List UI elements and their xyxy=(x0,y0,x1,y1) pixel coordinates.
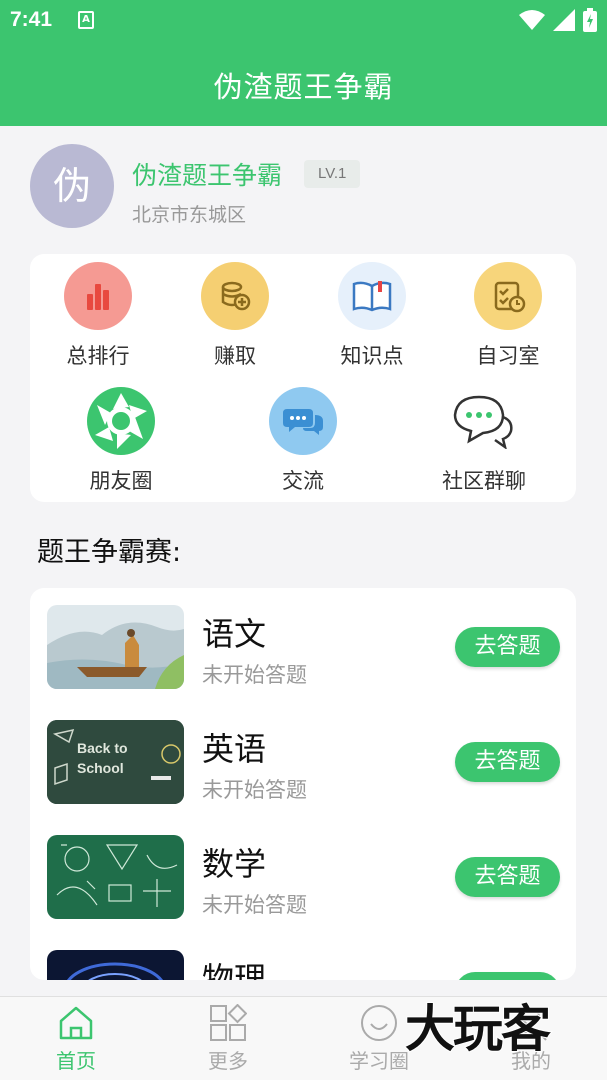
menu-item-label: 赚取 xyxy=(214,344,256,368)
subject-thumbnail xyxy=(47,605,184,689)
subject-name: 英语 xyxy=(202,730,267,768)
start-answer-button[interactable] xyxy=(455,972,560,980)
home-icon xyxy=(16,1003,136,1043)
tab-home[interactable]: 首页 xyxy=(16,1003,136,1074)
list-item[interactable]: Back to School 英语 未开始答题 去答题 xyxy=(30,720,576,810)
menu-item-label: 交流 xyxy=(282,469,324,493)
wechat-group-icon xyxy=(450,387,518,455)
feature-grid: 总排行 赚取 知识点 自习室 朋友圈 交流 社区群聊 xyxy=(30,254,576,502)
app-header: 伪渣题王争霸 xyxy=(0,42,607,126)
avatar[interactable]: 伪 xyxy=(30,144,114,228)
coins-icon xyxy=(201,262,269,330)
tab-label: 首页 xyxy=(56,1049,96,1073)
menu-item-label: 知识点 xyxy=(340,344,404,368)
subject-name: 数学 xyxy=(202,845,267,883)
profile-section[interactable]: 伪 伪渣题王争霸 LV.1 北京市东城区 xyxy=(0,126,607,250)
book-icon xyxy=(338,262,406,330)
menu-item-community-chat[interactable]: 社区群聊 xyxy=(429,387,539,495)
subject-status: 未开始答题 xyxy=(202,663,307,687)
signal-icon xyxy=(553,9,575,31)
menu-item-label: 自习室 xyxy=(476,344,540,368)
menu-item-moments[interactable]: 朋友圈 xyxy=(66,387,176,495)
profile-location: 北京市东城区 xyxy=(132,204,247,226)
profile-name: 伪渣题王争霸 xyxy=(132,161,283,190)
menu-item-label: 总排行 xyxy=(66,344,130,368)
menu-item-study-room[interactable]: 自习室 xyxy=(453,262,563,370)
subjects-list: 语文 未开始答题 去答题 Back to School 英语 未开始答题 去答题… xyxy=(30,588,576,980)
watermark-logo: 大玩客 xyxy=(404,999,552,1059)
start-answer-button[interactable]: 去答题 xyxy=(455,742,560,782)
list-item[interactable]: 数学 未开始答题 去答题 xyxy=(30,835,576,925)
battery-icon xyxy=(583,8,597,32)
menu-item-label: 朋友圈 xyxy=(89,469,153,493)
level-badge: LV.1 xyxy=(304,160,361,188)
list-item[interactable]: 物理 xyxy=(30,950,576,980)
checklist-clock-icon xyxy=(474,262,542,330)
section-title: 题王争霸赛: xyxy=(37,537,182,568)
notification-icon: A xyxy=(78,11,94,29)
subject-name: 语文 xyxy=(202,615,267,653)
menu-item-label: 社区群聊 xyxy=(442,469,526,493)
aperture-icon xyxy=(87,387,155,455)
tab-label: 更多 xyxy=(208,1049,248,1073)
start-answer-button[interactable]: 去答题 xyxy=(455,857,560,897)
list-item[interactable]: 语文 未开始答题 去答题 xyxy=(30,605,576,695)
menu-item-earn[interactable]: 赚取 xyxy=(180,262,290,370)
subject-status: 未开始答题 xyxy=(202,778,307,802)
subject-thumbnail: Back to School xyxy=(47,720,184,804)
chat-bubbles-icon xyxy=(269,387,337,455)
start-answer-button[interactable]: 去答题 xyxy=(455,627,560,667)
wifi-icon xyxy=(519,10,545,30)
subject-name: 物理 xyxy=(202,960,267,980)
grid-more-icon xyxy=(168,1003,288,1043)
subject-status: 未开始答题 xyxy=(202,893,307,917)
page-title: 伪渣题王争霸 xyxy=(213,70,394,104)
status-icons xyxy=(519,8,597,32)
status-bar: 7:41 A xyxy=(0,0,607,42)
menu-item-exchange[interactable]: 交流 xyxy=(248,387,358,495)
menu-item-knowledge[interactable]: 知识点 xyxy=(317,262,427,370)
tab-more[interactable]: 更多 xyxy=(168,1003,288,1074)
ranking-bar-chart-icon xyxy=(64,262,132,330)
thumbnail-caption: Back to School xyxy=(77,740,128,776)
menu-item-ranking[interactable]: 总排行 xyxy=(43,262,153,370)
subject-thumbnail xyxy=(47,835,184,919)
status-time: 7:41 xyxy=(10,8,53,31)
subject-thumbnail xyxy=(47,950,184,980)
